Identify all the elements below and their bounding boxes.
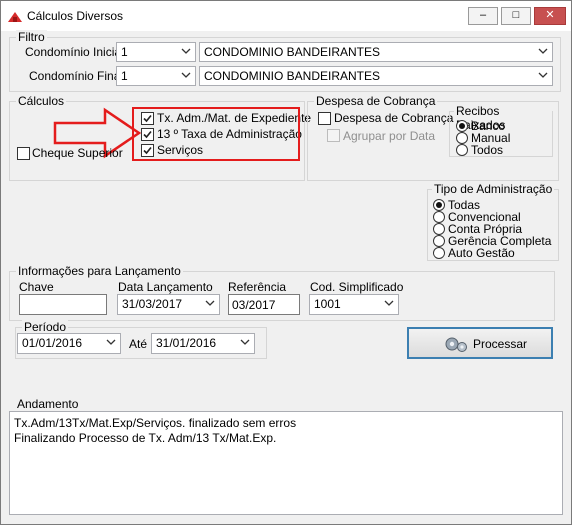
condominio-final-name-value: CONDOMINIO BANDEIRANTES [204, 69, 381, 83]
maximize-button[interactable]: □ [501, 7, 531, 25]
gears-icon [445, 337, 467, 352]
tipo-gerencia-completa-radio[interactable] [433, 235, 445, 247]
close-icon: ✕ [545, 9, 555, 21]
condominio-inicial-name-value: CONDOMINIO BANDEIRANTES [204, 45, 381, 59]
filtro-group-label: Filtro [16, 30, 47, 44]
processar-label: Processar [473, 337, 528, 351]
calculos-group-label: Cálculos [16, 94, 67, 108]
app-icon [8, 12, 22, 22]
minimize-icon: – [479, 9, 487, 21]
window-title: Cálculos Diversos [27, 9, 124, 23]
condominio-final-label: Condomínio Final [29, 69, 124, 83]
lancamento-group-label: Informações para Lançamento [16, 264, 183, 278]
condominio-final-name-select[interactable]: CONDOMINIO BANDEIRANTES [199, 66, 553, 86]
despesa-cobranca-checkbox[interactable] [318, 112, 331, 125]
chevron-down-icon [106, 339, 116, 345]
referencia-label: Referência [228, 280, 287, 294]
title-bar[interactable]: Cálculos Diversos – □ ✕ [1, 1, 571, 31]
cod-simplificado-select[interactable]: 1001 [309, 294, 399, 315]
referencia-input[interactable]: 03/2017 [228, 294, 300, 315]
condominio-inicial-name-select[interactable]: CONDOMINIO BANDEIRANTES [199, 42, 553, 62]
data-lancamento-picker[interactable]: 31/03/2017 [117, 294, 220, 315]
periodo-fim-value: 31/01/2016 [156, 336, 217, 350]
cheque-superior-checkbox[interactable] [17, 147, 30, 160]
cod-simplificado-value: 1001 [314, 297, 341, 311]
chevron-down-icon [181, 48, 191, 54]
referencia-value: 03/2017 [232, 298, 276, 312]
recibos-manual-radio[interactable] [456, 132, 468, 144]
agrupar-por-data-label: Agrupar por Data [343, 129, 436, 143]
recibos-banco-radio[interactable] [456, 120, 468, 132]
chave-label: Chave [19, 280, 54, 294]
despesa-group-label: Despesa de Cobrança [314, 94, 438, 108]
condominio-inicial-code-select[interactable]: 1 [116, 42, 196, 62]
tipo-conta-propria-radio[interactable] [433, 223, 445, 235]
chevron-down-icon [181, 72, 191, 78]
tipo-admin-group-label: Tipo de Administração [432, 182, 555, 196]
tipo-convencional-radio[interactable] [433, 211, 445, 223]
data-lancamento-value: 31/03/2017 [122, 297, 183, 311]
periodo-inicio-value: 01/01/2016 [22, 336, 83, 350]
condominio-final-code-select[interactable]: 1 [116, 66, 196, 86]
maximize-icon: □ [512, 9, 520, 21]
log-line: Finalizando Processo de Tx. Adm/13 Tx/Ma… [14, 431, 277, 445]
tipo-todas-radio[interactable] [433, 199, 445, 211]
chevron-down-icon [384, 300, 394, 306]
chave-input[interactable] [19, 294, 107, 315]
chevron-down-icon [538, 72, 548, 78]
periodo-group-label: Período [22, 320, 69, 334]
recibos-todos-label: Todos [471, 143, 504, 157]
chevron-down-icon [240, 339, 250, 345]
tipo-auto-gestao-label: Auto Gestão [448, 246, 515, 260]
condominio-inicial-label: Condomínio Inicial [25, 45, 124, 59]
data-lancamento-label: Data Lançamento [118, 280, 213, 294]
condominio-final-code-value: 1 [121, 69, 128, 83]
periodo-ate-label: Até [129, 337, 148, 351]
despesa-cobranca-label: Despesa de Cobrança [334, 111, 454, 125]
cod-simplificado-label: Cod. Simplificado [310, 280, 404, 294]
radio-selected-dot [459, 123, 465, 129]
agrupar-por-data-checkbox[interactable] [327, 129, 340, 142]
andamento-log-textarea[interactable]: Tx.Adm/13Tx/Mat.Exp/Serviços. finalizado… [9, 411, 563, 515]
condominio-inicial-code-value: 1 [121, 45, 128, 59]
recibos-todos-radio[interactable] [456, 144, 468, 156]
minimize-button[interactable]: – [468, 7, 498, 25]
calculos-diversos-window: Cálculos Diversos – □ ✕ Filtro Condomíni… [0, 0, 572, 525]
cheque-superior-label: Cheque Superior [32, 146, 123, 160]
radio-selected-dot [436, 202, 442, 208]
chevron-down-icon [538, 48, 548, 54]
close-button[interactable]: ✕ [534, 7, 566, 25]
andamento-label: Andamento [17, 397, 79, 411]
chevron-down-icon [205, 300, 215, 306]
log-line: Tx.Adm/13Tx/Mat.Exp/Serviços. finalizado… [14, 416, 297, 430]
highlight-box [132, 107, 300, 161]
processar-button[interactable]: Processar [407, 327, 553, 359]
periodo-fim-picker[interactable]: 31/01/2016 [151, 333, 255, 354]
periodo-inicio-picker[interactable]: 01/01/2016 [17, 333, 121, 354]
tipo-auto-gestao-radio[interactable] [433, 247, 445, 259]
window-client-area: Filtro Condomínio Inicial 1 CONDOMINIO B… [7, 30, 565, 519]
